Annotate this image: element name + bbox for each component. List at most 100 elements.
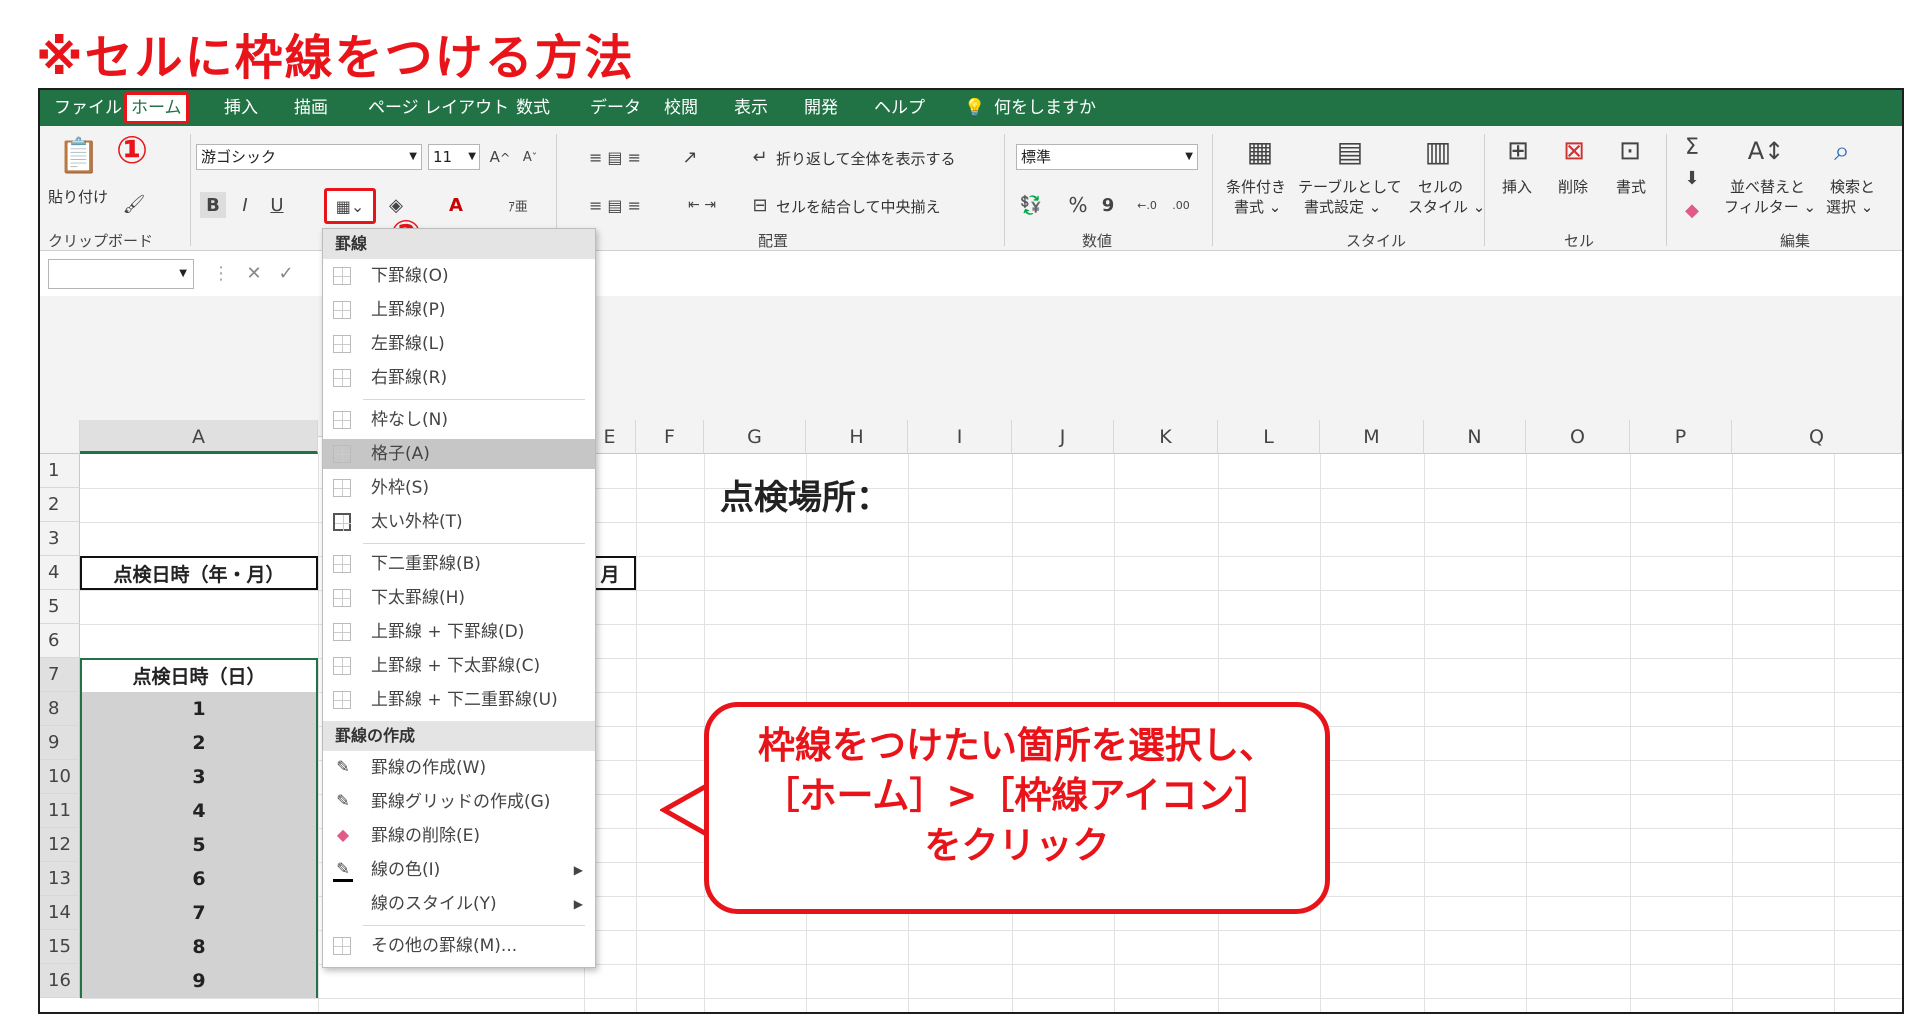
cell-day[interactable]: 3 <box>80 760 318 794</box>
column-header[interactable]: G <box>704 420 806 454</box>
increase-decimal-button[interactable]: ←.0 <box>1132 192 1162 218</box>
tell-me-search[interactable]: 何をしますか <box>990 96 1100 120</box>
format-painter-icon[interactable]: 🖌 <box>123 194 146 215</box>
name-box[interactable]: ▼ <box>48 259 194 289</box>
menu-item-top-double-bottom-border[interactable]: 上罫線 + 下二重罫線(U) <box>323 685 595 715</box>
cell-day[interactable]: 8 <box>80 930 318 964</box>
number-format-select[interactable]: 標準 ▼ <box>1016 144 1198 170</box>
insert-cells-icon[interactable]: ⊞ <box>1500 132 1536 170</box>
wrap-text-icon[interactable]: ↵ <box>748 144 772 170</box>
row-header[interactable]: 10 <box>40 760 80 794</box>
sort-filter-label2[interactable]: フィルター ⌄ <box>1724 196 1816 217</box>
row-header[interactable]: 13 <box>40 862 80 896</box>
column-header[interactable]: A <box>80 420 318 454</box>
font-color-icon[interactable]: A <box>444 192 468 218</box>
column-header[interactable]: K <box>1114 420 1218 454</box>
conditional-format-label1[interactable]: 条件付き <box>1226 176 1286 197</box>
cell-styles-icon[interactable]: ▥ <box>1418 132 1458 170</box>
merge-center-icon[interactable]: ⊟ <box>748 192 772 218</box>
row-header[interactable]: 6 <box>40 624 80 658</box>
bold-button[interactable]: B <box>200 192 226 218</box>
decrease-decimal-button[interactable]: .00 <box>1166 192 1196 218</box>
column-header[interactable]: O <box>1526 420 1630 454</box>
font-name-select[interactable]: 游ゴシック ▼ <box>196 144 422 170</box>
phonetic-icon[interactable]: ｱ亜 <box>506 192 530 218</box>
indent-icons[interactable]: ⇤ ⇥ <box>672 192 732 218</box>
enter-icon[interactable]: ✓ <box>272 261 300 285</box>
underline-button[interactable]: U <box>264 192 290 218</box>
row-header[interactable]: 16 <box>40 964 80 998</box>
cell-day[interactable]: 1 <box>80 692 318 726</box>
autosum-button[interactable]: Σ <box>1680 134 1704 160</box>
cell-date-year-month[interactable]: 点検日時（年・月） <box>80 556 318 590</box>
sort-filter-icon[interactable]: A↕ <box>1746 132 1786 170</box>
row-header[interactable]: 1 <box>40 454 80 488</box>
sort-filter-label1[interactable]: 並べ替えと <box>1730 176 1805 197</box>
cell-day[interactable]: 9 <box>80 964 318 998</box>
find-select-label1[interactable]: 検索と <box>1830 176 1875 197</box>
row-header[interactable]: 12 <box>40 828 80 862</box>
find-select-icon[interactable]: ⌕ <box>1822 132 1862 170</box>
format-as-table-label1[interactable]: テーブルとして <box>1298 176 1402 197</box>
paste-icon[interactable]: 📋 <box>54 134 104 178</box>
select-all-corner[interactable] <box>40 420 80 454</box>
menu-item-top-thick-bottom-border[interactable]: 上罫線 + 下太罫線(C) <box>323 651 595 681</box>
fill-color-icon[interactable]: ◈ <box>384 192 408 218</box>
format-cells-button[interactable]: 書式 <box>1616 176 1646 197</box>
column-header[interactable]: F <box>636 420 704 454</box>
row-header[interactable]: 11 <box>40 794 80 828</box>
menu-item-top-bottom-border[interactable]: 上罫線 + 下罫線(D) <box>323 617 595 647</box>
row-header[interactable]: 5 <box>40 590 80 624</box>
tab-help[interactable]: ヘルプ <box>870 96 929 120</box>
font-size-select[interactable]: 11 ▼ <box>428 144 480 170</box>
merge-center-button[interactable]: セルを結合して中央揃え <box>776 196 941 217</box>
currency-icon[interactable]: 💱 <box>1016 192 1046 218</box>
row-header[interactable]: 8 <box>40 692 80 726</box>
menu-item-no-border[interactable]: 枠なし(N) <box>323 405 595 435</box>
delete-cells-button[interactable]: 削除 <box>1558 176 1588 197</box>
cell-day[interactable]: 2 <box>80 726 318 760</box>
wrap-text-button[interactable]: 折り返して全体を表示する <box>776 148 956 169</box>
cell-styles-label2[interactable]: スタイル ⌄ <box>1408 196 1485 217</box>
fill-icon[interactable]: ⬇ <box>1680 166 1704 190</box>
menu-item-outside-borders[interactable]: 外枠(S) <box>323 473 595 503</box>
menu-item-more-borders[interactable]: その他の罫線(M)... <box>323 931 595 961</box>
cell-day[interactable]: 6 <box>80 862 318 896</box>
menu-item-line-style[interactable]: 線のスタイル(Y) ▶ <box>323 889 595 919</box>
cell-day[interactable]: 5 <box>80 828 318 862</box>
tab-page-layout[interactable]: ページ レイアウト <box>364 96 513 120</box>
conditional-format-icon[interactable]: ▦ <box>1240 132 1280 170</box>
menu-item-thick-bottom-border[interactable]: 下太罫線(H) <box>323 583 595 613</box>
column-header[interactable]: Q <box>1732 420 1902 454</box>
cell-styles-label1[interactable]: セルの <box>1418 176 1463 197</box>
menu-item-draw-border[interactable]: ✎ 罫線の作成(W) <box>323 753 595 783</box>
tab-developer[interactable]: 開発 <box>800 96 842 120</box>
format-as-table-icon[interactable]: ▤ <box>1330 132 1370 170</box>
menu-item-double-bottom-border[interactable]: 下二重罫線(B) <box>323 549 595 579</box>
cell-date-day[interactable]: 点検日時（日） <box>80 658 318 692</box>
comma-button[interactable]: 9 <box>1096 192 1120 218</box>
column-header[interactable]: M <box>1320 420 1424 454</box>
row-header[interactable]: 7 <box>40 658 80 692</box>
cancel-icon[interactable]: ✕ <box>240 261 268 285</box>
clear-icon[interactable]: ◆ <box>1680 198 1704 222</box>
cell-inspection-place[interactable]: 点検場所： <box>720 470 890 519</box>
row-header[interactable]: 2 <box>40 488 80 522</box>
column-header[interactable]: H <box>806 420 908 454</box>
column-header[interactable]: N <box>1424 420 1526 454</box>
cell-day[interactable]: 4 <box>80 794 318 828</box>
insert-cells-button[interactable]: 挿入 <box>1502 176 1532 197</box>
tab-file[interactable]: ファイル <box>50 96 126 120</box>
menu-item-left-border[interactable]: 左罫線(L) <box>323 329 595 359</box>
paste-label[interactable]: 貼り付け <box>48 186 108 207</box>
format-as-table-label2[interactable]: 書式設定 ⌄ <box>1304 196 1381 217</box>
tab-data[interactable]: データ <box>586 96 645 120</box>
menu-item-line-color[interactable]: ✎ 線の色(I) ▶ <box>323 855 595 885</box>
row-header[interactable]: 3 <box>40 522 80 556</box>
tab-draw[interactable]: 描画 <box>290 96 332 120</box>
format-cells-icon[interactable]: ⊡ <box>1612 132 1648 170</box>
horizontal-align-icons[interactable]: ≡ ▤ ≡ <box>570 192 660 218</box>
borders-button[interactable]: ▦⌄ <box>324 188 376 224</box>
column-header[interactable]: J <box>1012 420 1114 454</box>
column-header[interactable]: L <box>1218 420 1320 454</box>
